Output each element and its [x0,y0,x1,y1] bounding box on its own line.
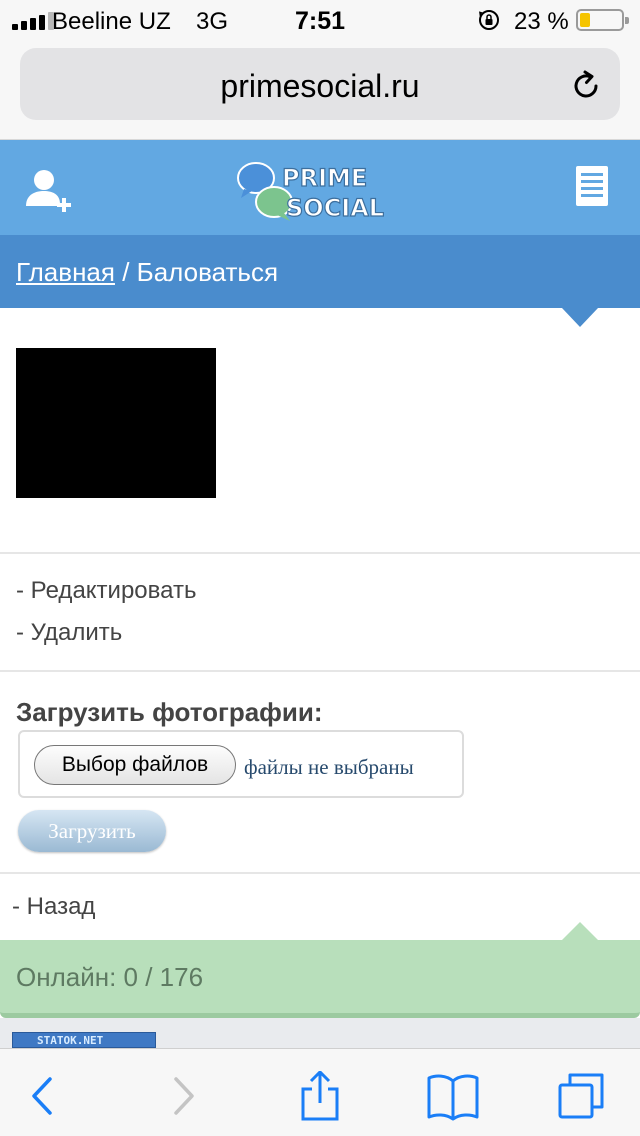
logo-line2: SOCIAL [286,194,384,222]
share-icon[interactable] [295,1071,345,1121]
online-pointer [562,922,598,940]
breadcrumb-separator: / [114,257,137,287]
breadcrumb-home-link[interactable]: Главная [16,257,115,287]
status-bar: Beeline UZ 3G 7:51 23 % [0,0,640,40]
add-user-icon[interactable] [24,164,76,216]
browser-address-area: primesocial.ru [0,40,640,140]
orientation-lock-icon [479,10,499,30]
back-icon[interactable] [18,1071,68,1121]
edit-link[interactable]: - Редактировать [16,577,196,605]
back-link[interactable]: - Назад [12,893,95,921]
address-bar[interactable]: primesocial.ru [20,48,620,120]
delete-link[interactable]: - Удалить [16,619,122,647]
logo-line1: PRIME [282,164,367,192]
breadcrumb-current: Баловаться [136,257,279,287]
site-header: PRIME SOCIAL [0,140,640,235]
online-counter-bar: Онлайн: 0 / 176 [0,922,640,1018]
forward-icon[interactable] [158,1071,208,1121]
battery-icon [576,9,629,31]
url-text[interactable]: primesocial.ru [20,68,620,105]
photo-thumbnail[interactable] [16,348,216,498]
statok-counter-badge[interactable]: STATOK.NET [12,1032,156,1048]
file-input-box: Выбор файлов файлы не выбраны [18,730,464,798]
upload-submit-button[interactable]: Загрузить [18,810,166,852]
upload-title: Загрузить фотографии: [16,697,323,727]
battery-level [580,13,590,27]
divider [0,552,640,554]
bookmarks-icon[interactable] [426,1071,480,1121]
breadcrumb: Главная / Баловаться [0,235,640,327]
browser-toolbar [0,1048,640,1136]
choose-files-button[interactable]: Выбор файлов [34,745,236,785]
file-status-text: файлы не выбраны [244,755,414,779]
breadcrumb-pointer [562,308,598,327]
menu-icon[interactable] [574,164,610,208]
tabs-icon[interactable] [556,1071,606,1121]
divider [0,872,640,874]
battery-percent: 23 % [514,8,569,35]
reload-icon[interactable] [568,68,604,104]
footer-area: STATOK.NET [0,1018,640,1048]
divider [0,670,640,672]
online-counter: Онлайн: 0 / 176 [16,962,204,992]
prime-social-logo[interactable]: PRIME SOCIAL [236,154,406,224]
